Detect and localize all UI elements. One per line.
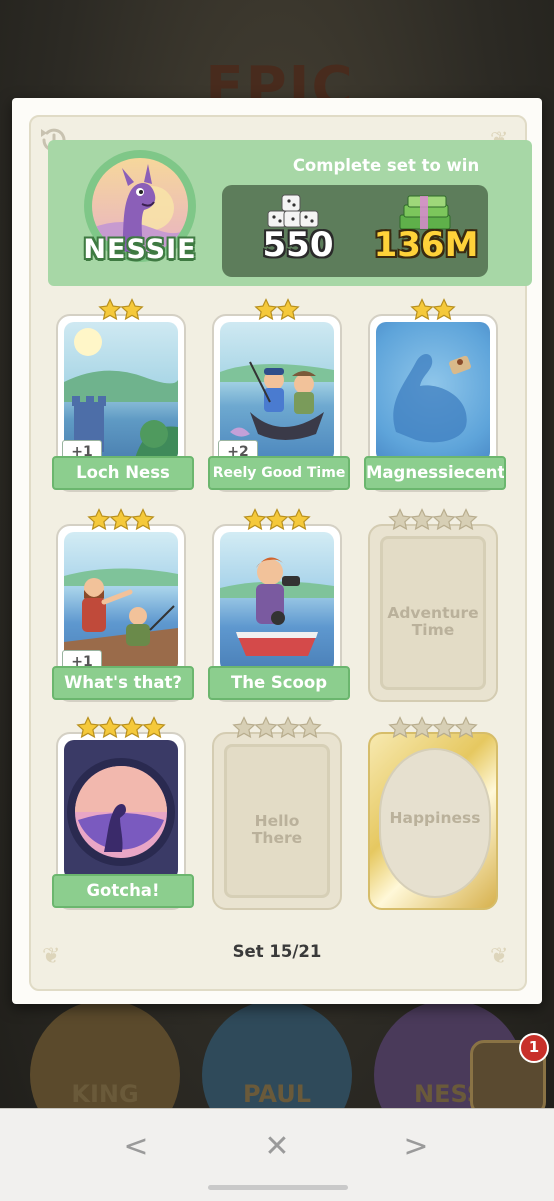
- reward-title: Complete set to win: [292, 156, 480, 175]
- home-indicator[interactable]: [208, 1185, 348, 1190]
- card-art: [64, 740, 178, 880]
- card-frame: +1 Loch Ness: [52, 314, 194, 492]
- star-icon: [142, 716, 166, 739]
- sticker-card-happiness[interactable]: Happiness: [368, 716, 498, 910]
- star-rating: [368, 508, 498, 534]
- star-icon: [98, 298, 122, 321]
- star-icon: [265, 508, 289, 531]
- card-title: Happiness: [389, 809, 481, 827]
- card-frame: The Scoop: [208, 524, 350, 702]
- star-rating: [56, 298, 186, 324]
- sticker-card-hello-there[interactable]: Hello There: [212, 716, 342, 910]
- star-icon: [109, 508, 133, 531]
- gold-card-frame: Happiness: [368, 732, 498, 910]
- star-icon: [287, 508, 311, 531]
- star-icon: [87, 508, 111, 531]
- star-icon: [120, 716, 144, 739]
- card-frame: Gotcha!: [52, 732, 194, 910]
- star-icon: [454, 716, 478, 739]
- star-icon: [388, 508, 412, 531]
- card-frame: +1 What's that?: [52, 524, 194, 702]
- star-icon: [131, 508, 155, 531]
- star-icon: [410, 508, 434, 531]
- card-title: The Scoop: [208, 666, 350, 700]
- star-icon: [276, 716, 300, 739]
- star-icon: [276, 298, 300, 321]
- missing-card-inner: Hello There: [224, 744, 330, 898]
- star-rating: [212, 716, 342, 742]
- missing-card-frame: Adventure Time: [368, 524, 498, 702]
- gold-card-inner: Happiness: [379, 748, 491, 898]
- card-frame: +2 Reely Good Time: [208, 314, 350, 492]
- card-art: [376, 322, 490, 462]
- star-icon: [243, 508, 267, 531]
- star-icon: [410, 716, 434, 739]
- star-rating: [368, 716, 498, 742]
- sticker-card-adventure-time[interactable]: Adventure Time: [368, 508, 498, 702]
- card-set-panel: ❦ ❦ ❦ NESSIE Complete set to win: [12, 98, 542, 1004]
- close-button[interactable]: ✕: [257, 1127, 297, 1167]
- missing-card-frame: Hello There: [212, 732, 342, 910]
- star-icon: [388, 716, 412, 739]
- card-title: Magnessiecent: [364, 456, 506, 490]
- star-icon: [76, 716, 100, 739]
- cash-reward-value: 136M: [373, 225, 479, 265]
- card-title: Adventure Time: [387, 604, 479, 639]
- star-icon: [232, 716, 256, 739]
- star-icon: [454, 508, 478, 531]
- card-title: Hello There: [251, 812, 303, 847]
- card-title: Gotcha!: [52, 874, 194, 908]
- star-rating: [212, 508, 342, 534]
- album-button: 1: [470, 1033, 549, 1116]
- missing-card-inner: Adventure Time: [380, 536, 486, 690]
- star-icon: [432, 298, 456, 321]
- star-icon: [120, 298, 144, 321]
- star-icon: [298, 716, 322, 739]
- background-set-label: PAUL: [242, 1080, 311, 1108]
- dice-reward-value: 550: [262, 225, 334, 265]
- nessie-underwater-illustration: [393, 353, 471, 443]
- background-set-label: KING: [71, 1080, 139, 1108]
- card-title: What's that?: [52, 666, 194, 700]
- set-reward-header: NESSIE Complete set to win 550 136M: [48, 140, 532, 286]
- sticker-card-magnessiecent[interactable]: Magnessiecent: [364, 298, 506, 492]
- star-icon: [432, 716, 456, 739]
- set-progress-label: Set 15/21: [232, 942, 322, 961]
- sticker-card-reely-good-time[interactable]: +2 Reely Good Time: [208, 298, 350, 492]
- card-art: [220, 532, 334, 672]
- bottom-nav-bar: < ✕ >: [0, 1108, 554, 1201]
- card-frame: Magnessiecent: [364, 314, 506, 492]
- star-rating: [56, 716, 186, 742]
- star-icon: [410, 298, 434, 321]
- character-name: NESSIE: [83, 234, 197, 265]
- star-rating: [368, 298, 498, 324]
- reward-box: 550 136M: [222, 185, 488, 277]
- sticker-card-the-scoop[interactable]: The Scoop: [208, 508, 350, 702]
- star-icon: [254, 298, 278, 321]
- next-button[interactable]: >: [396, 1127, 436, 1167]
- sticker-card-gotcha[interactable]: Gotcha!: [52, 716, 194, 910]
- binoculars-boat-illustration: [220, 557, 334, 656]
- notification-badge: 1: [519, 1033, 549, 1063]
- previous-button[interactable]: <: [116, 1127, 156, 1167]
- star-rating: [56, 508, 186, 534]
- star-icon: [432, 508, 456, 531]
- card-title: Reely Good Time: [208, 456, 350, 490]
- card-title: Loch Ness: [52, 456, 194, 490]
- star-icon: [254, 716, 278, 739]
- sticker-card-whats-that[interactable]: +1 What's that?: [52, 508, 194, 702]
- sticker-card-loch-ness[interactable]: +1 Loch Ness: [52, 298, 194, 492]
- star-rating: [212, 298, 342, 324]
- porthole-nessie-illustration: [67, 758, 175, 866]
- star-icon: [98, 716, 122, 739]
